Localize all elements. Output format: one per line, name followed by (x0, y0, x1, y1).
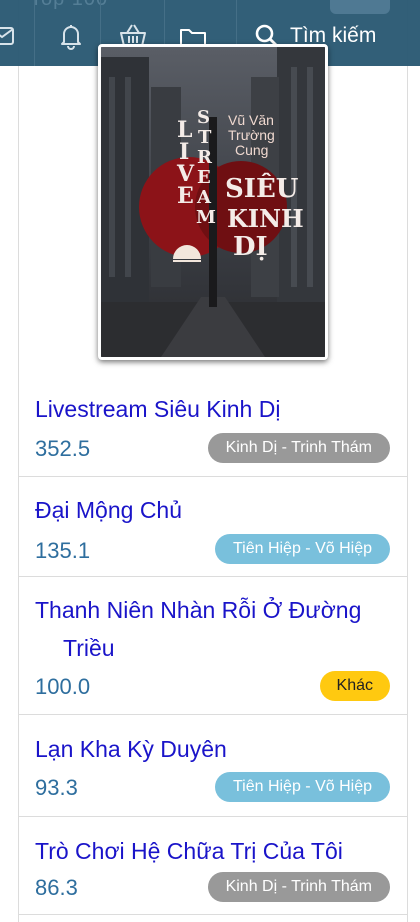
svg-text:SIÊU: SIÊU (225, 172, 299, 204)
svg-text:M: M (196, 207, 216, 228)
svg-text:S: S (197, 107, 210, 128)
svg-text:E: E (177, 183, 194, 209)
book-score: 93.3 (35, 775, 78, 800)
svg-text:E: E (197, 167, 211, 188)
list-item[interactable]: Lạn Kha Kỳ Duyên 93.3 Tiên Hiệp - Võ Hiệ… (18, 715, 408, 817)
book-title-link[interactable]: Lạn Kha Kỳ Duyên (35, 730, 227, 768)
svg-text:KINH: KINH (227, 204, 304, 233)
nav-divider (34, 0, 35, 66)
svg-text:T: T (198, 127, 212, 148)
svg-text:R: R (197, 147, 213, 168)
book-score: 100.0 (35, 674, 91, 699)
genre-badge[interactable]: Kinh Dị - Trinh Thám (207, 872, 390, 902)
bell-icon[interactable] (56, 21, 86, 51)
genre-badge[interactable]: Kinh Dị - Trinh Thám (207, 433, 390, 463)
list-item[interactable]: Đại Mộng Chủ 135.1 Tiên Hiệp - Võ Hiệp (18, 477, 408, 577)
book-score: 135.1 (35, 538, 91, 563)
svg-text:DỊ: DỊ (233, 232, 268, 262)
genre-badge[interactable]: Tiên Hiệp - Võ Hiệp (214, 534, 390, 564)
mail-icon[interactable] (0, 21, 18, 51)
genre-badge[interactable]: Khác (319, 671, 390, 701)
book-cover-image[interactable]: Vũ Văn Trường Cung L I V E S T R E A M S… (98, 44, 328, 360)
book-score: 86.3 (35, 875, 78, 900)
book-title-link[interactable]: Livestream Siêu Kinh Dị (35, 390, 280, 428)
faded-chip (330, 0, 390, 14)
book-title-line: Triều (63, 635, 115, 661)
list-item[interactable]: Livestream Siêu Kinh Dị 352.5 Kinh Dị - … (18, 380, 408, 477)
list-item[interactable]: Thanh Niên Nhàn Rỗi Ở Đường Triều 100.0 … (18, 577, 408, 715)
list-item[interactable]: Trò Chơi Hệ Chữa Trị Của Tôi 86.3 Kinh D… (18, 817, 408, 915)
genre-badge[interactable]: Tiên Hiệp - Võ Hiệp (214, 772, 390, 802)
svg-text:Trường: Trường (228, 127, 275, 143)
svg-text:A: A (196, 187, 212, 208)
svg-text:Vũ Văn: Vũ Văn (228, 112, 274, 128)
book-title-link[interactable]: Thanh Niên Nhàn Rỗi Ở Đường Triều (35, 591, 361, 667)
book-score: 352.5 (35, 436, 91, 461)
book-title-link[interactable]: Đại Mộng Chủ (35, 491, 182, 529)
svg-text:Cung: Cung (235, 142, 268, 158)
book-title-link[interactable]: Trò Chơi Hệ Chữa Trị Của Tôi (35, 832, 343, 870)
faded-page-title: Top 100 (30, 0, 108, 11)
book-title-line: Thanh Niên Nhàn Rỗi Ở Đường (35, 597, 362, 623)
